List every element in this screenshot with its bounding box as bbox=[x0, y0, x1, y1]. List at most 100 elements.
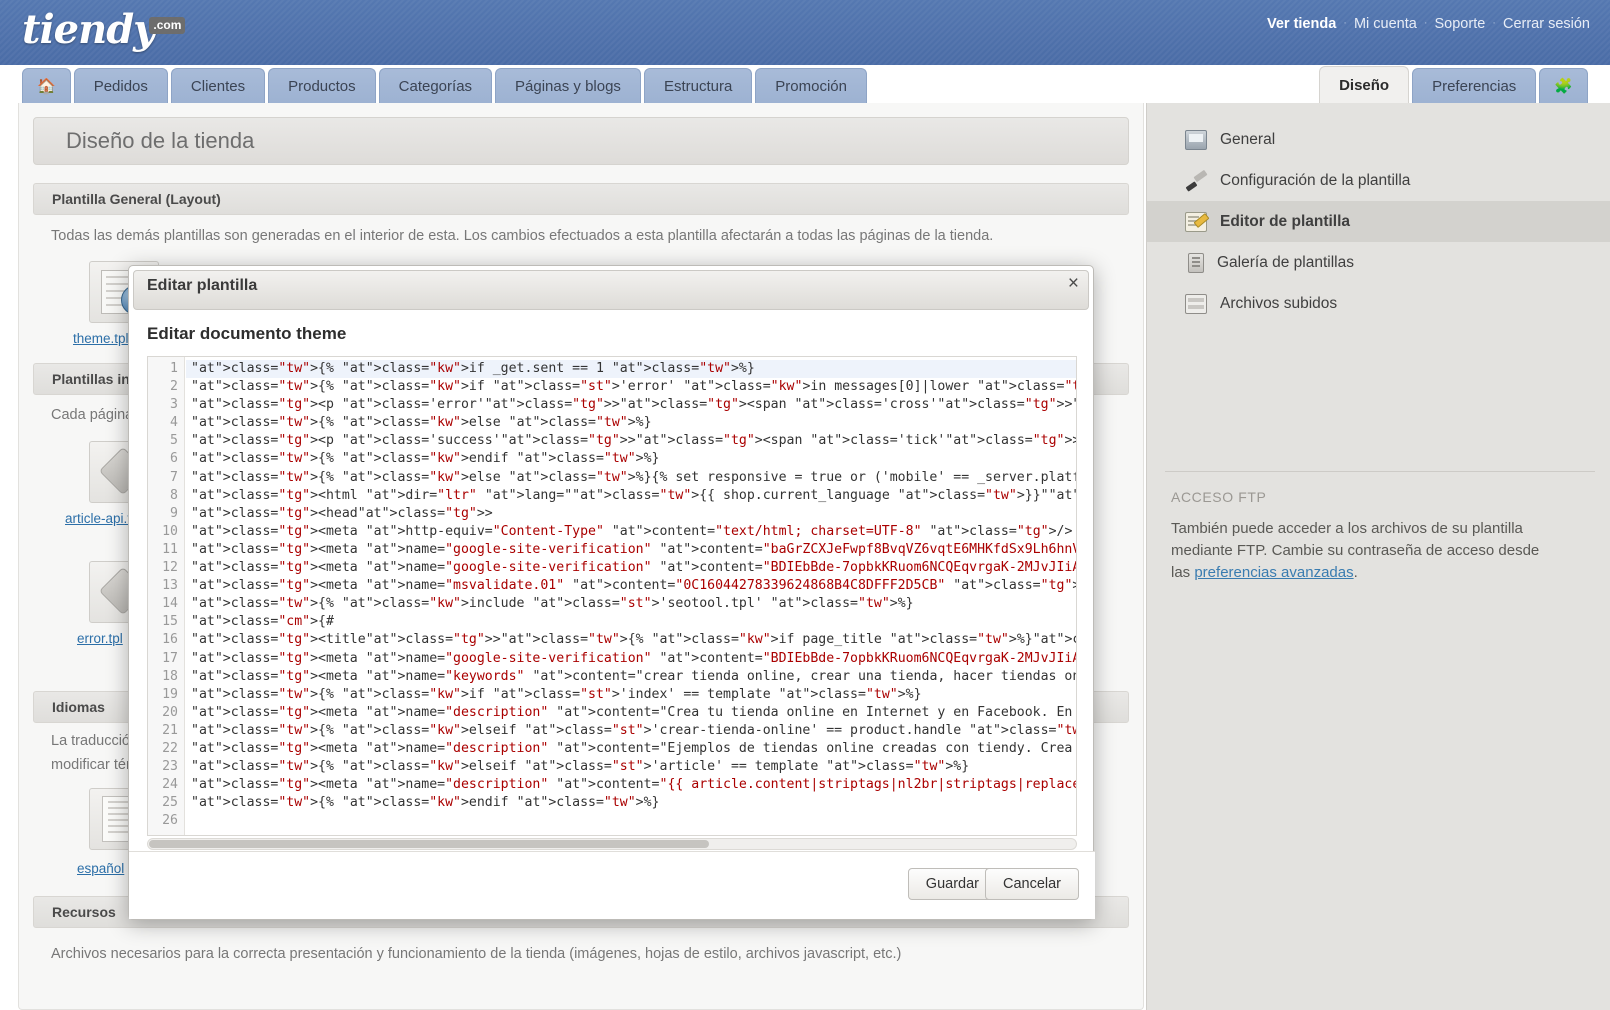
nav-tab-estructura[interactable]: Estructura bbox=[643, 68, 753, 103]
code-line[interactable]: "at">class="tg"><meta "at">name="google-… bbox=[186, 650, 1076, 668]
nav-tab-paginas-y-blogs[interactable]: Páginas y blogs bbox=[495, 68, 641, 103]
monitor-icon bbox=[1185, 129, 1207, 150]
language-file-link-espanol[interactable]: español bbox=[77, 861, 124, 876]
ftp-advanced-preferences-link[interactable]: preferencias avanzadas bbox=[1194, 564, 1353, 581]
ftp-section-text: También puede acceder a los archivos de … bbox=[1171, 518, 1556, 584]
line-number: 26 bbox=[162, 813, 178, 829]
ftp-text-after: . bbox=[1353, 564, 1358, 581]
header-link-separator: · bbox=[1343, 17, 1347, 29]
nav-tab-clientes[interactable]: Clientes bbox=[170, 68, 266, 103]
section-text-layout: Todas las demás plantillas son generadas… bbox=[51, 228, 994, 244]
modal-title: Editar plantilla bbox=[147, 277, 258, 294]
cancel-button[interactable]: Cancelar bbox=[984, 868, 1079, 900]
brand-name: tiendy bbox=[22, 6, 156, 53]
scrollbar-thumb[interactable] bbox=[149, 840, 709, 848]
code-editor-content[interactable]: "at">class="tw">{% "at">class="kw">if _g… bbox=[186, 357, 1076, 835]
code-line[interactable]: "at">class="tg"><meta "at">http-equiv="C… bbox=[186, 523, 1076, 541]
line-number: 20 bbox=[162, 704, 178, 720]
sidebar-item-label: Configuración de la plantilla bbox=[1220, 171, 1411, 189]
line-number: 1 bbox=[170, 361, 178, 376]
home-icon: 🏠 bbox=[37, 78, 56, 95]
nav-tab-categorias[interactable]: Categorías bbox=[378, 68, 493, 103]
line-number: 11 bbox=[162, 541, 178, 557]
code-line[interactable]: "at">class="cm">{# bbox=[186, 613, 1076, 631]
header-link-soporte[interactable]: Soporte bbox=[1435, 16, 1486, 32]
line-number: 12 bbox=[162, 560, 178, 576]
code-line[interactable]: "at">class="tg"><p "at">class='error'"at… bbox=[186, 396, 1076, 414]
brush-icon bbox=[1185, 171, 1207, 191]
code-line[interactable]: "at">class="tg"><meta "at">name="keyword… bbox=[186, 668, 1076, 686]
template-file-link-error[interactable]: error.tpl bbox=[77, 631, 123, 646]
nav-tab-home[interactable]: 🏠 bbox=[22, 68, 71, 103]
code-editor[interactable]: 1 2 3 4 5 6 7 8 9 10 11 12 13 14 15 16 17 18 19 20 21 22 23 24 2… bbox=[147, 356, 1077, 836]
line-number: 4 bbox=[170, 415, 178, 431]
code-line[interactable] bbox=[186, 812, 1076, 830]
brand-logo[interactable]: tiendy.com bbox=[22, 6, 186, 53]
code-line[interactable]: "at">class="tg"><title"at">class="tg">>"… bbox=[186, 631, 1076, 649]
line-number: 24 bbox=[162, 777, 178, 793]
page-title: Diseño de la tienda bbox=[33, 117, 1129, 165]
modal-subtitle: Editar documento theme bbox=[147, 324, 347, 343]
line-number: 18 bbox=[162, 668, 178, 684]
code-line[interactable]: "at">class="tw">{% "at">class="kw">inclu… bbox=[186, 595, 1076, 613]
sidebar-item-label: Galería de plantillas bbox=[1217, 253, 1354, 271]
sidebar-item-archivos-subidos[interactable]: Archivos subidos bbox=[1147, 283, 1610, 324]
code-line[interactable]: "at">class="tg"><meta "at">name="descrip… bbox=[186, 776, 1076, 794]
code-line[interactable]: "at">class="tw">{% "at">class="kw">if "a… bbox=[186, 686, 1076, 704]
sidebar-item-configuracion[interactable]: Configuración de la plantilla bbox=[1147, 160, 1610, 201]
gallery-icon bbox=[1188, 252, 1204, 273]
nav-tab-pedidos[interactable]: Pedidos bbox=[73, 68, 168, 103]
code-line[interactable]: "at">class="tg"><html "at">dir="ltr" "at… bbox=[186, 487, 1076, 505]
code-line[interactable]: "at">class="tw">{% "at">class="kw">endif… bbox=[186, 794, 1076, 812]
nav-tab-preferencias[interactable]: Preferencias bbox=[1412, 68, 1537, 103]
line-number: 10 bbox=[162, 523, 178, 539]
code-line[interactable]: "at">class="tg"><p "at">class='success'"… bbox=[186, 432, 1076, 450]
secondary-navigation-tabs: Diseño Preferencias 🧩 bbox=[1319, 66, 1588, 103]
sidebar-item-galeria[interactable]: Galería de plantillas bbox=[1147, 242, 1610, 283]
header-links: Ver tienda · Mi cuenta · Soporte · Cerrar sesi… bbox=[1267, 16, 1590, 32]
sidebar-item-label: General bbox=[1220, 130, 1276, 148]
code-editor-horizontal-scrollbar[interactable] bbox=[147, 838, 1077, 850]
code-line[interactable]: "at">class="tw">{% "at">class="kw">elsei… bbox=[186, 722, 1076, 740]
code-line[interactable]: "at">class="tw">{% "at">class="kw">if "a… bbox=[186, 378, 1076, 396]
section-text-recursos: Archivos necesarios para la correcta pre… bbox=[51, 946, 902, 962]
code-line[interactable]: "at">class="tw">{% "at">class="kw">else … bbox=[186, 414, 1076, 432]
code-editor-line-numbers: 1 2 3 4 5 6 7 8 9 10 11 12 13 14 15 16 17 18 19 20 21 22 23 24 2… bbox=[148, 357, 185, 835]
code-line[interactable]: "at">class="tw">{% "at">class="kw">else … bbox=[186, 469, 1076, 487]
nav-tab-promocion[interactable]: Promoción bbox=[755, 68, 867, 103]
line-number: 5 bbox=[170, 433, 178, 449]
modal-footer: Guardar Cancelar bbox=[129, 851, 1095, 919]
close-icon[interactable]: × bbox=[1068, 274, 1079, 294]
line-number: 19 bbox=[162, 686, 178, 702]
nav-tab-productos[interactable]: Productos bbox=[268, 68, 376, 103]
code-line[interactable]: "at">class="tg"><meta "at">name="google-… bbox=[186, 541, 1076, 559]
code-line[interactable]: "at">class="tw">{% "at">class="kw">endif… bbox=[186, 450, 1076, 468]
code-line[interactable]: "at">class="tg"><head"at">class="tg">> bbox=[186, 505, 1076, 523]
code-line[interactable]: "at">class="tg"><meta "at">name="descrip… bbox=[186, 740, 1076, 758]
sidebar-item-editor-de-plantilla[interactable]: Editor de plantilla bbox=[1147, 201, 1610, 242]
header-link-ver-tienda[interactable]: Ver tienda bbox=[1267, 16, 1336, 32]
code-line[interactable]: "at">class="tg"><meta "at">name="descrip… bbox=[186, 704, 1076, 722]
section-heading-layout: Plantilla General (Layout) bbox=[33, 183, 1129, 215]
header-link-cerrar-sesion[interactable]: Cerrar sesión bbox=[1503, 16, 1590, 32]
sidebar-item-label: Archivos subidos bbox=[1220, 294, 1338, 312]
line-number: 14 bbox=[162, 596, 178, 612]
code-line[interactable]: "at">class="tw">{% "at">class="kw">elsei… bbox=[186, 758, 1076, 776]
line-number: 23 bbox=[162, 759, 178, 775]
nav-tab-diseno[interactable]: Diseño bbox=[1319, 66, 1410, 103]
puzzle-icon[interactable]: 🧩 bbox=[1539, 68, 1588, 103]
line-number: 3 bbox=[170, 397, 178, 413]
ftp-section-title: ACCESO FTP bbox=[1171, 489, 1267, 505]
modal-header bbox=[133, 270, 1089, 310]
code-line[interactable]: "at">class="tw">{% "at">class="kw">if _g… bbox=[186, 360, 1076, 379]
header-link-mi-cuenta[interactable]: Mi cuenta bbox=[1354, 16, 1417, 32]
sidebar-item-general[interactable]: General bbox=[1147, 119, 1610, 160]
line-number: 22 bbox=[162, 740, 178, 756]
code-line[interactable]: "at">class="tg"><meta "at">name="msvalid… bbox=[186, 577, 1076, 595]
line-number: 15 bbox=[162, 614, 178, 630]
line-number: 13 bbox=[162, 578, 178, 594]
template-file-link-theme[interactable]: theme.tpl bbox=[73, 331, 129, 346]
save-button[interactable]: Guardar bbox=[907, 868, 997, 900]
line-number: 21 bbox=[162, 722, 178, 738]
code-line[interactable]: "at">class="tg"><meta "at">name="google-… bbox=[186, 559, 1076, 577]
